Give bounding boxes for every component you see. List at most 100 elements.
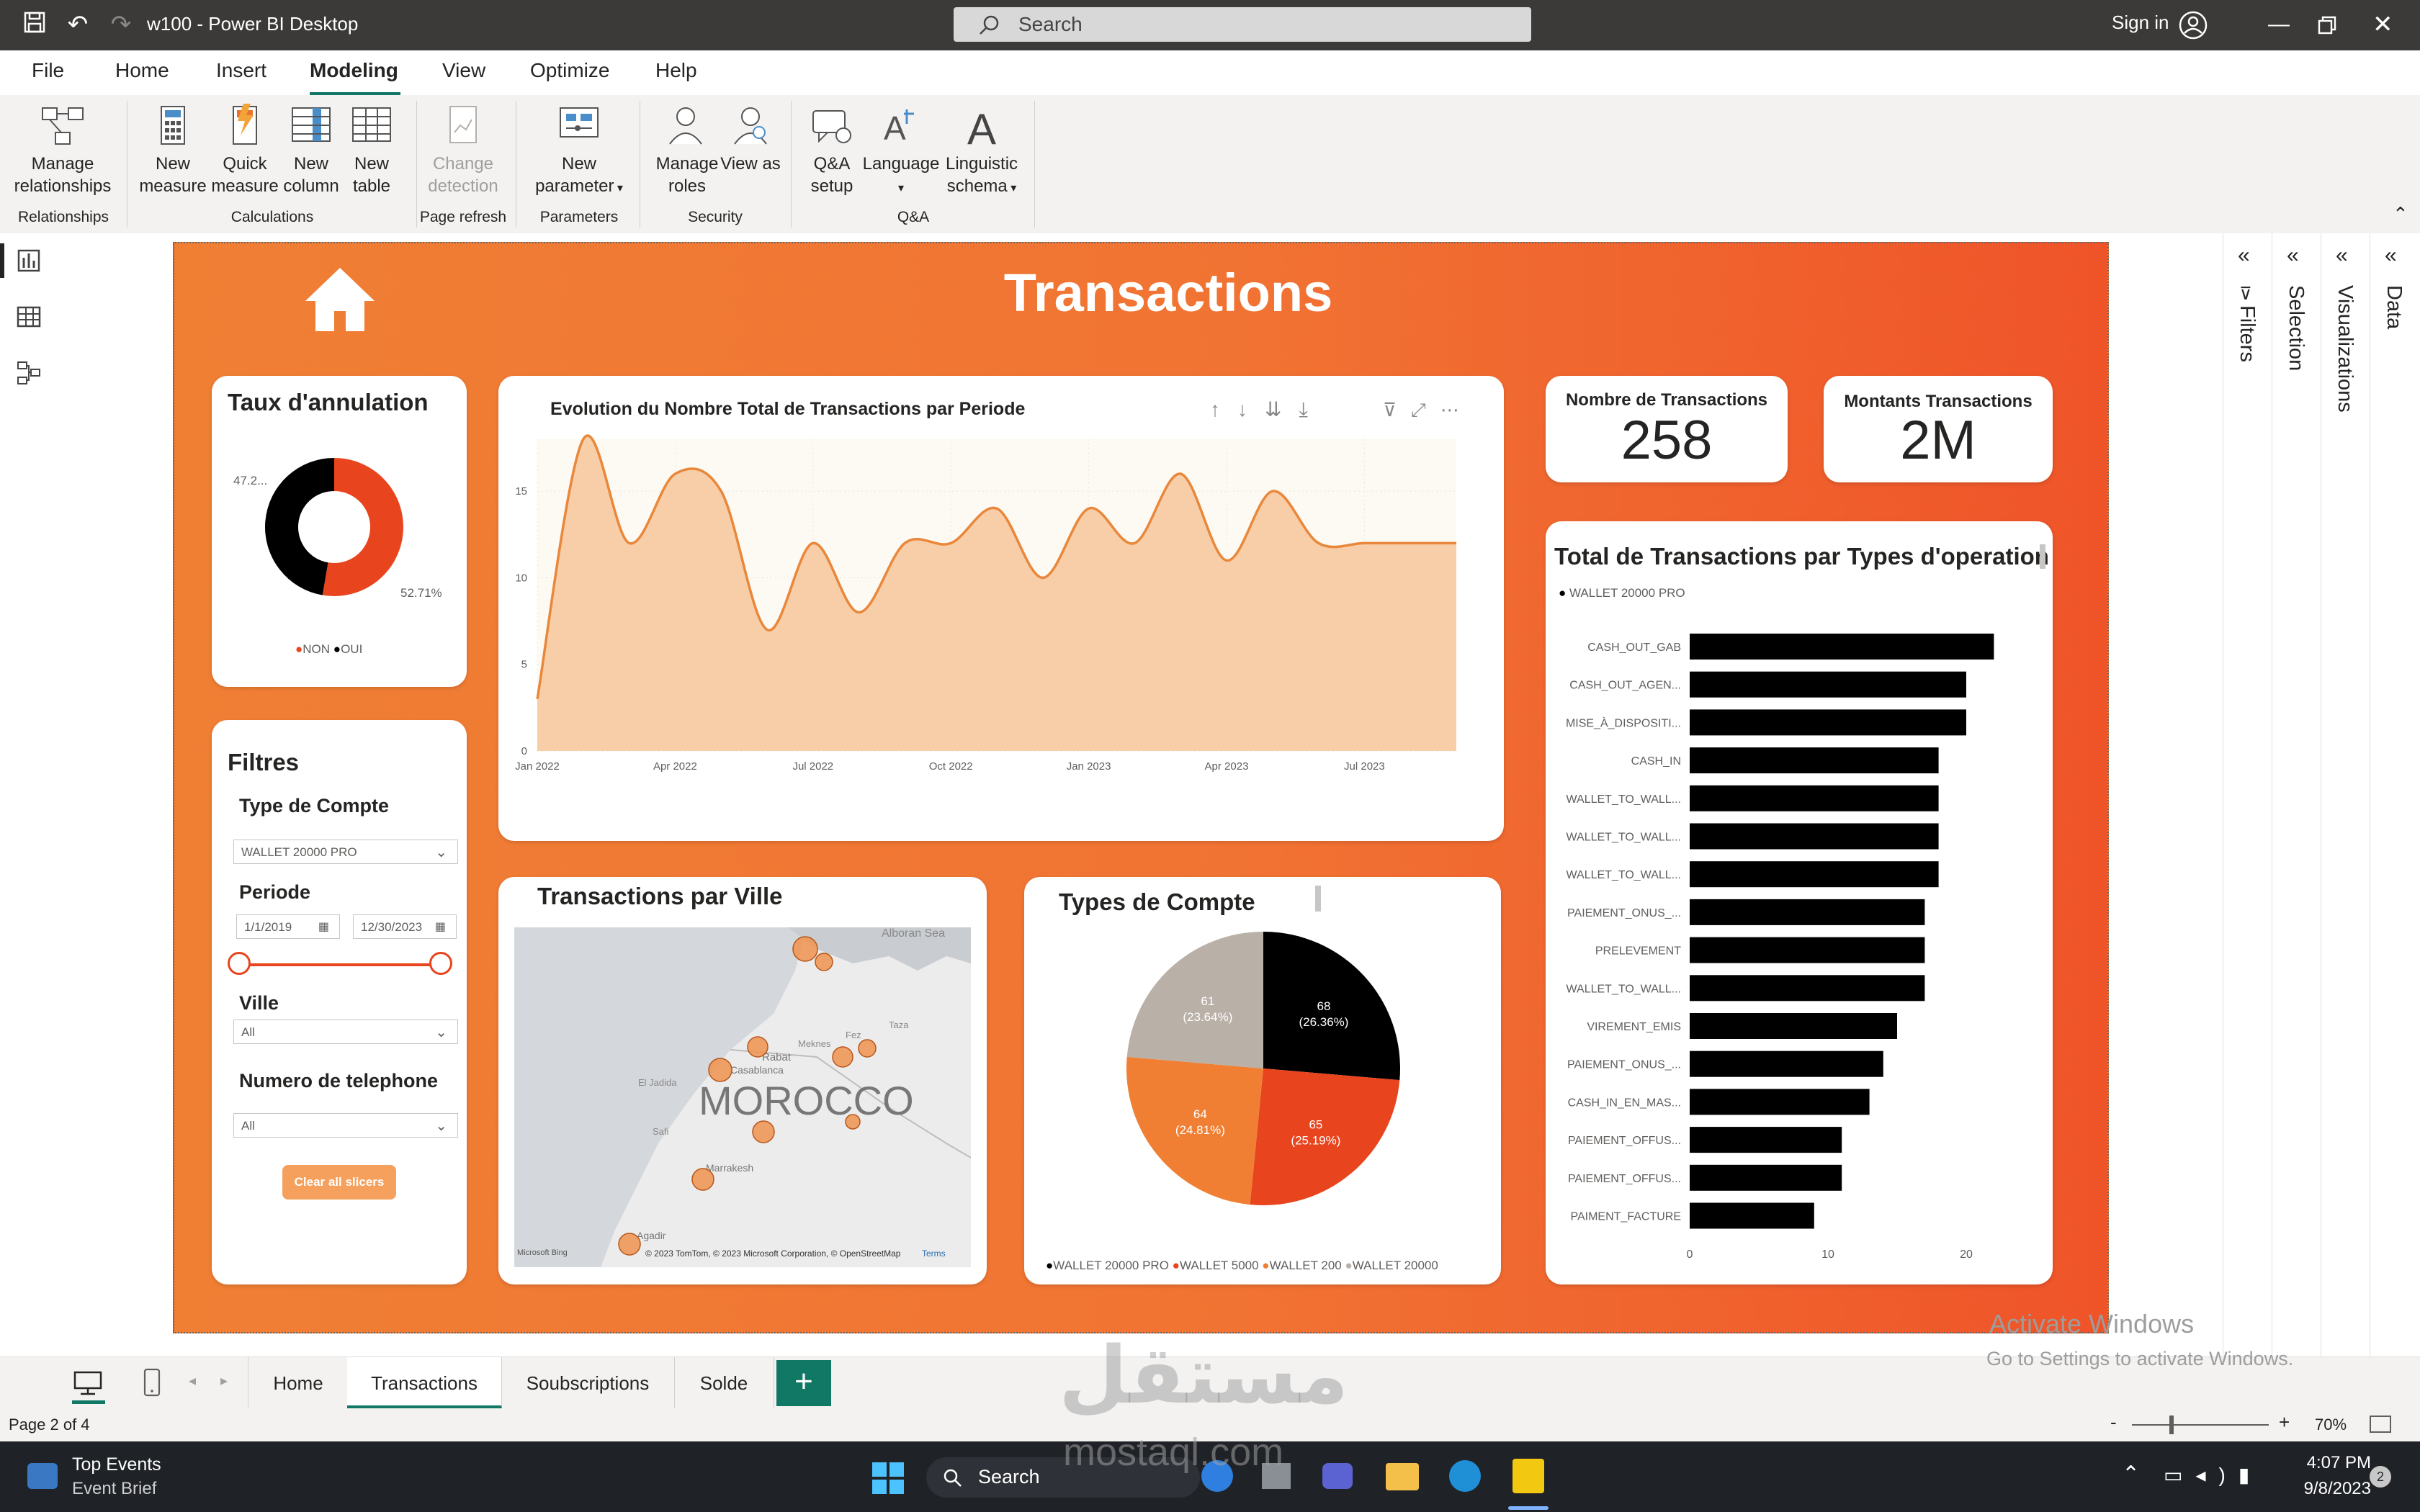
data-point[interactable]	[766, 628, 769, 631]
edge-icon[interactable]	[1449, 1460, 1481, 1492]
bar[interactable]	[1690, 1050, 1883, 1077]
cancel-rate-donut[interactable]	[262, 455, 406, 599]
more-options-icon[interactable]: ⋯	[1440, 399, 1474, 420]
view-as-button[interactable]: View as	[720, 104, 781, 175]
operation-types-bar-chart[interactable]: CASH_OUT_GAB CASH_OUT_AGEN... MISE_À_DISPO…	[1546, 600, 2053, 1277]
next-page-icon[interactable]: ▸	[220, 1372, 228, 1390]
widgets-icon[interactable]	[27, 1463, 58, 1489]
account-types-card[interactable]: Types de Compte 68 (26.36%) 65 (25.19%) 64 (2…	[1024, 877, 1501, 1284]
change-detection-button[interactable]: Change detection	[418, 104, 508, 197]
period-slider-end-handle[interactable]	[429, 952, 452, 975]
drill-up-icon[interactable]: ↑	[1210, 398, 1237, 420]
phone-dropdown[interactable]: All ⌄	[233, 1113, 458, 1138]
period-slider-track[interactable]	[239, 963, 442, 966]
city-map-card[interactable]: Transactions par Ville MOROCCO Alboran S…	[498, 877, 987, 1284]
notification-badge[interactable]: 2	[2370, 1466, 2391, 1488]
clock-date[interactable]: 9/8/2023	[2270, 1479, 2371, 1499]
donut-slice-oui[interactable]	[265, 458, 334, 595]
data-point[interactable]	[1179, 472, 1183, 476]
data-point[interactable]	[811, 541, 815, 545]
bar[interactable]	[1690, 1013, 1897, 1039]
pie-legend-entry[interactable]: WALLET 5000	[1180, 1259, 1262, 1272]
pie-legend-entry[interactable]: WALLET 20000 PRO	[1053, 1259, 1172, 1272]
pie-legend-entry[interactable]: WALLET 200	[1270, 1259, 1345, 1272]
data-point[interactable]	[536, 697, 539, 701]
data-point[interactable]	[857, 611, 861, 614]
new-parameter-button[interactable]: New parameter ▾	[520, 104, 638, 199]
city-bubble[interactable]	[752, 1120, 775, 1143]
clear-all-slicers-button[interactable]: Clear all slicers	[282, 1165, 396, 1200]
city-bubble[interactable]	[832, 1046, 853, 1068]
data-point[interactable]	[581, 438, 585, 441]
new-measure-button[interactable]: New measure	[137, 104, 209, 197]
kpi-amount-card[interactable]: Montants Transactions 2M	[1824, 376, 2053, 482]
bar[interactable]	[1690, 861, 1939, 888]
quick-measure-button[interactable]: Quick measure	[209, 104, 281, 197]
transactions-area-chart[interactable]: 0 5 10 15 Jan 2022 Apr 2022 Jul 2022 Oct 2022 Ja…	[508, 432, 1495, 825]
bar[interactable]	[1690, 1164, 1842, 1191]
expand-pane-icon[interactable]: «	[2287, 243, 2299, 268]
menu-help[interactable]: Help	[655, 59, 697, 82]
pie-slice[interactable]	[1263, 932, 1400, 1081]
data-point[interactable]	[1087, 507, 1090, 510]
account-type-dropdown[interactable]: WALLET 20000 PRO ⌄	[233, 840, 458, 864]
data-point[interactable]	[1455, 541, 1458, 545]
filters-pane-collapsed[interactable]: « ⊽ Filters	[2223, 233, 2272, 1356]
menu-optimize[interactable]: Optimize	[530, 59, 609, 82]
operation-types-card[interactable]: Total de Transactions par Types d'operat…	[1546, 521, 2053, 1284]
menu-view[interactable]: View	[442, 59, 485, 82]
clock-time[interactable]: 4:07 PM	[2285, 1453, 2371, 1473]
bar[interactable]	[1690, 823, 1939, 850]
map-terms-link[interactable]: Terms	[922, 1248, 946, 1259]
city-bubble[interactable]	[691, 1168, 714, 1191]
table-view-icon[interactable]	[16, 304, 42, 333]
collapse-ribbon-icon[interactable]: ⌃	[2393, 203, 2408, 225]
city-bubble[interactable]	[845, 1114, 861, 1130]
data-point[interactable]	[720, 490, 723, 493]
date-end-input[interactable]: 12/30/2023 ▦	[353, 914, 457, 939]
report-view-icon[interactable]	[16, 248, 42, 277]
menu-insert[interactable]: Insert	[216, 59, 266, 82]
bar[interactable]	[1690, 899, 1925, 925]
pie-slice[interactable]	[1126, 932, 1263, 1068]
manage-roles-button[interactable]: Manage roles	[650, 104, 725, 197]
data-point[interactable]	[949, 541, 953, 545]
bar[interactable]	[1690, 747, 1939, 774]
restore-button[interactable]	[2315, 13, 2339, 41]
account-icon[interactable]	[2178, 10, 2208, 44]
bar[interactable]	[1690, 634, 1994, 660]
expand-hierarchy-icon[interactable]: ⤓	[1299, 398, 1325, 420]
zoom-in-button[interactable]: +	[2279, 1411, 2290, 1434]
close-button[interactable]: ✕	[2372, 10, 2393, 39]
data-point[interactable]	[1317, 541, 1320, 545]
bar-chart-scrollbar[interactable]	[2040, 544, 2045, 569]
expand-next-level-icon[interactable]: ⇊	[1265, 398, 1299, 420]
expand-pane-icon[interactable]: «	[2336, 243, 2348, 268]
account-types-pie-chart[interactable]: 68 (26.36%) 65 (25.19%) 64 (24.81%) 61 (23.64%)	[1122, 927, 1404, 1210]
kpi-count-card[interactable]: Nombre de Transactions 258	[1546, 376, 1788, 482]
tray-icons[interactable]: ▭◂)▮	[2164, 1463, 2262, 1487]
drill-down-icon[interactable]: ↓	[1237, 398, 1265, 420]
bar[interactable]	[1690, 1202, 1814, 1229]
file-explorer-icon[interactable]	[1386, 1463, 1419, 1490]
bar[interactable]	[1690, 975, 1925, 1002]
qa-setup-button[interactable]: Q&A setup	[799, 104, 864, 197]
data-point[interactable]	[627, 541, 631, 545]
city-dropdown[interactable]: All ⌄	[233, 1020, 458, 1044]
linguistic-schema-button[interactable]: A Linguistic schema ▾	[936, 104, 1027, 199]
sign-in-link[interactable]: Sign in	[2112, 12, 2169, 34]
fit-to-page-icon[interactable]	[2370, 1416, 2391, 1433]
zoom-out-button[interactable]: -	[2110, 1411, 2117, 1434]
desktop-layout-icon[interactable]	[72, 1370, 104, 1400]
city-bubble[interactable]	[815, 953, 833, 971]
add-page-button[interactable]: +	[776, 1360, 831, 1406]
period-slider-start-handle[interactable]	[228, 952, 251, 975]
cancel-rate-card[interactable]: Taux d'annulation 47.2... 52.71% ●NON ●O…	[212, 376, 467, 687]
city-bubble[interactable]	[792, 936, 818, 962]
new-table-button[interactable]: New table	[336, 104, 408, 197]
tab-soubscriptions[interactable]: Soubscriptions	[501, 1357, 675, 1409]
bar[interactable]	[1690, 1089, 1870, 1115]
data-point[interactable]	[1409, 541, 1412, 545]
language-button[interactable]: A Language ▾	[861, 104, 941, 199]
donut-slice-non[interactable]	[322, 458, 403, 596]
